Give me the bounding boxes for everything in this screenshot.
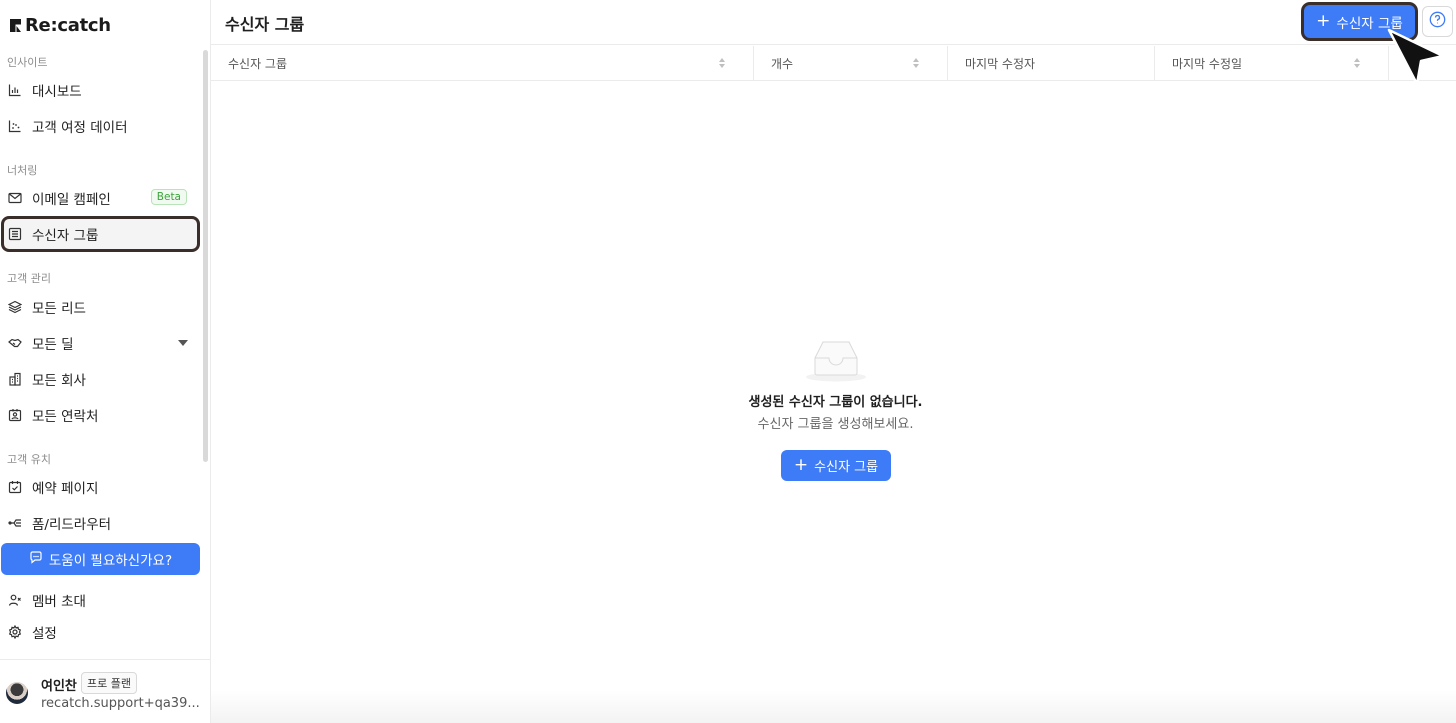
sidebar-item-label: 모든 딜 xyxy=(32,337,74,353)
sidebar-item-label: 설정 xyxy=(32,626,57,642)
column-header-recipient-group[interactable]: 수신자 그룹 xyxy=(211,46,754,81)
question-circle-icon xyxy=(1429,11,1446,32)
chevron-down-icon[interactable] xyxy=(178,340,188,346)
plan-badge: 프로 플랜 xyxy=(81,672,137,694)
calendar-check-icon xyxy=(8,480,22,494)
contact-card-icon xyxy=(8,408,22,422)
add-recipient-group-label: 수신자 그룹 xyxy=(1336,15,1403,32)
column-header-label: 마지막 수정자 xyxy=(965,57,1036,71)
bar-chart-icon xyxy=(8,83,22,97)
section-label-acquisition: 고객 유치 xyxy=(7,453,51,466)
sidebar-item-recipient-groups[interactable]: 수신자 그룹 xyxy=(1,216,200,252)
create-recipient-group-label: 수신자 그룹 xyxy=(814,460,879,475)
sidebar-item-label: 고객 여정 데이터 xyxy=(32,120,128,136)
router-icon xyxy=(8,516,22,530)
column-header-label: 수신자 그룹 xyxy=(228,57,288,71)
sidebar-item-label: 모든 리드 xyxy=(32,301,86,317)
user-profile[interactable]: 여인찬 프로 플랜 recatch.support+qa39... xyxy=(6,672,206,716)
sidebar-item-invite-members[interactable]: 멤버 초대 xyxy=(1,582,200,618)
beta-badge: Beta xyxy=(150,189,187,205)
create-recipient-group-button[interactable]: + 수신자 그룹 xyxy=(781,450,891,481)
empty-inbox-icon xyxy=(805,338,867,382)
sidebar-item-label: 예약 페이지 xyxy=(32,481,99,497)
sidebar-item-settings[interactable]: 설정 xyxy=(1,614,200,650)
empty-state-title: 생성된 수신자 그룹이 없습니다. xyxy=(748,395,923,410)
section-label-nurturing: 너처링 xyxy=(7,164,38,177)
sort-icon[interactable] xyxy=(1354,58,1361,69)
sidebar: Re:catch 인사이트 대시보드 고객 여정 데이터 너처링 이메일 캠페인… xyxy=(0,0,211,723)
section-label-customer-management: 고객 관리 xyxy=(7,272,51,285)
sidebar-item-all-contacts[interactable]: 모든 연락처 xyxy=(1,397,200,433)
sidebar-item-form-lead-router[interactable]: 폼/리드라우터 xyxy=(1,505,200,541)
sidebar-item-all-leads[interactable]: 모든 리드 xyxy=(1,289,200,325)
user-name: 여인찬 xyxy=(41,679,77,694)
sort-icon[interactable] xyxy=(719,58,726,69)
app-logo[interactable]: Re:catch xyxy=(10,15,111,36)
sort-icon[interactable] xyxy=(913,58,920,69)
main-content: 수신자 그룹 + 수신자 그룹 수신자 그룹 개수 마지막 수정자 마지막 수정… xyxy=(211,0,1456,723)
logo-text: Re:catch xyxy=(25,15,111,36)
bottom-fade xyxy=(211,690,1456,723)
column-header-label: 개수 xyxy=(771,57,794,71)
invite-user-icon xyxy=(8,593,22,607)
sidebar-item-label: 모든 연락처 xyxy=(32,409,99,425)
list-icon xyxy=(8,227,22,241)
help-button-label: 도움이 필요하신가요? xyxy=(48,553,173,569)
column-header-count[interactable]: 개수 xyxy=(754,46,948,81)
add-recipient-group-button[interactable]: + 수신자 그룹 xyxy=(1304,5,1415,38)
sidebar-item-label: 대시보드 xyxy=(32,84,82,100)
scatter-chart-icon xyxy=(8,119,22,133)
sidebar-item-journey-data[interactable]: 고객 여정 데이터 xyxy=(1,108,200,144)
avatar xyxy=(6,682,28,704)
sidebar-item-label: 멤버 초대 xyxy=(32,594,86,610)
layers-icon xyxy=(8,300,22,314)
mail-icon xyxy=(8,191,22,205)
sidebar-item-label: 이메일 캠페인 xyxy=(32,192,111,208)
plus-icon: + xyxy=(793,455,809,475)
sidebar-item-email-campaign[interactable]: 이메일 캠페인 Beta xyxy=(1,180,200,216)
gear-icon xyxy=(8,625,22,639)
sidebar-item-all-deals[interactable]: 모든 딜 xyxy=(1,325,200,361)
sidebar-item-dashboard[interactable]: 대시보드 xyxy=(1,72,200,108)
sidebar-item-label: 폼/리드라우터 xyxy=(32,517,112,533)
column-header-last-modifier[interactable]: 마지막 수정자 xyxy=(948,46,1155,81)
help-button[interactable]: 도움이 필요하신가요? xyxy=(1,543,200,575)
column-header-label: 마지막 수정일 xyxy=(1172,57,1243,71)
sidebar-item-all-companies[interactable]: 모든 회사 xyxy=(1,361,200,397)
building-icon xyxy=(8,372,22,386)
header: 수신자 그룹 + 수신자 그룹 xyxy=(211,0,1456,45)
help-icon-button[interactable] xyxy=(1422,6,1453,37)
page-title: 수신자 그룹 xyxy=(225,15,305,34)
sidebar-item-label: 수신자 그룹 xyxy=(32,228,99,244)
logo-mark-icon xyxy=(10,19,21,32)
handshake-icon xyxy=(8,336,22,350)
sidebar-item-booking-page[interactable]: 예약 페이지 xyxy=(1,469,200,505)
table-header: 수신자 그룹 개수 마지막 수정자 마지막 수정일 xyxy=(211,46,1456,81)
empty-state-subtitle: 수신자 그룹을 생성해보세요. xyxy=(757,417,914,432)
chat-bubble-icon xyxy=(29,550,43,568)
column-header-last-modified[interactable]: 마지막 수정일 xyxy=(1155,46,1389,81)
plus-icon: + xyxy=(1316,11,1331,31)
sidebar-item-label: 모든 회사 xyxy=(32,373,86,389)
sidebar-divider xyxy=(0,659,210,660)
sidebar-scrollbar[interactable] xyxy=(203,50,208,462)
user-email: recatch.support+qa39... xyxy=(41,696,200,711)
section-label-insight: 인사이트 xyxy=(7,56,48,69)
